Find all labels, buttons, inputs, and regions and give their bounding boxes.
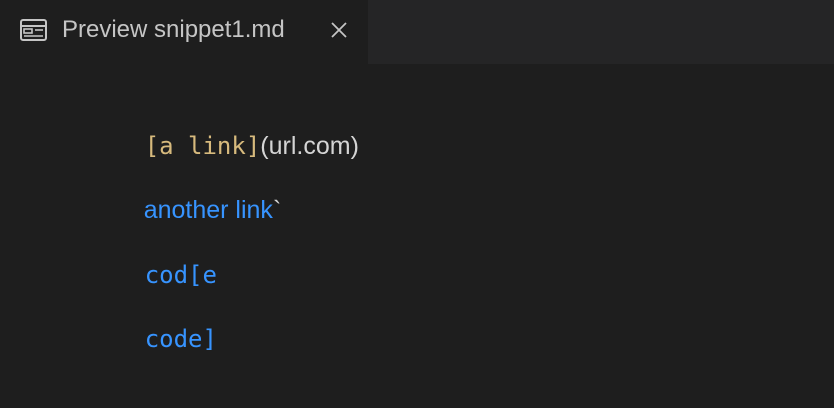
- backtick-text: `: [272, 196, 282, 224]
- plain-text: (url.com): [260, 132, 359, 160]
- close-icon[interactable]: [329, 20, 349, 40]
- preview-line-4: code]: [103, 291, 217, 387]
- preview-icon: [20, 19, 47, 41]
- another-link[interactable]: another link: [144, 196, 273, 224]
- inline-code: [a link]: [144, 132, 261, 160]
- code-link-end[interactable]: code]: [145, 325, 217, 353]
- code-link-start[interactable]: cod[e: [145, 261, 217, 289]
- preview-content: [a link](url.com) another link` cod[e co…: [0, 64, 834, 408]
- tab-preview-snippet1[interactable]: Preview snippet1.md: [0, 0, 368, 64]
- tab-bar: Preview snippet1.md: [0, 0, 834, 64]
- tab-title: Preview snippet1.md: [62, 16, 285, 43]
- markdown-preview-window: Preview snippet1.md [a link](url.com) an…: [0, 0, 834, 408]
